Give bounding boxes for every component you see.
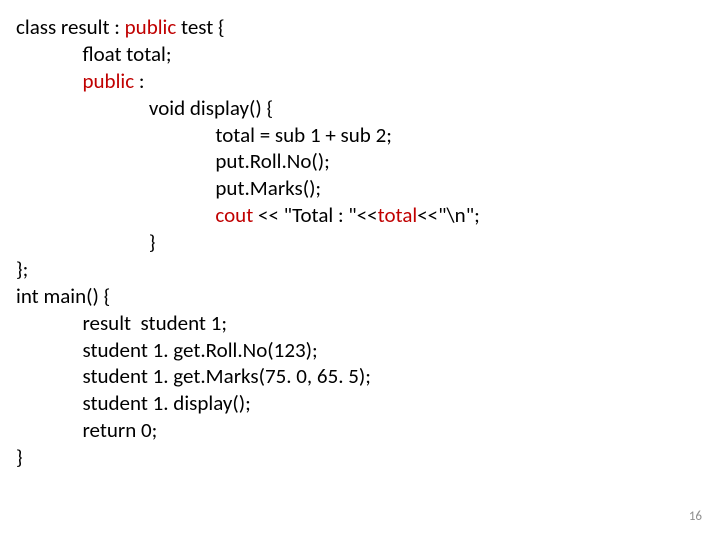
- line-8c: << "Total : "<<: [253, 202, 377, 228]
- line-15: student 1. display();: [16, 390, 251, 416]
- line-14: student 1. get.Marks(75. 0, 65. 5);: [16, 363, 371, 389]
- kw-public-1: public: [125, 14, 177, 40]
- page-number: 16: [689, 509, 702, 526]
- line-13: student 1. get.Roll.No(123);: [16, 337, 318, 363]
- line-16: return 0;: [16, 417, 157, 443]
- line-3a: [16, 68, 82, 94]
- line-3c: :: [134, 68, 144, 94]
- line-9: }: [16, 229, 156, 255]
- line-17: }: [16, 444, 23, 470]
- line-8e: <<"\n";: [417, 202, 480, 228]
- line-1a: class result :: [16, 14, 125, 40]
- line-12: result student 1;: [16, 310, 227, 336]
- line-1c: test {: [176, 14, 224, 40]
- line-10: };: [16, 256, 28, 282]
- line-5: total = sub 1 + sub 2;: [16, 122, 392, 148]
- line-8a: [16, 202, 215, 228]
- line-6: put.Roll.No();: [16, 148, 330, 174]
- kw-total: total: [378, 202, 418, 228]
- code-block: class result : public test { float total…: [0, 0, 720, 471]
- line-2: float total;: [16, 41, 171, 67]
- line-7: put.Marks();: [16, 175, 321, 201]
- kw-public-2: public: [82, 68, 134, 94]
- line-4: void display() {: [16, 95, 273, 121]
- kw-cout: cout: [215, 202, 253, 228]
- line-11: int main() {: [16, 283, 110, 309]
